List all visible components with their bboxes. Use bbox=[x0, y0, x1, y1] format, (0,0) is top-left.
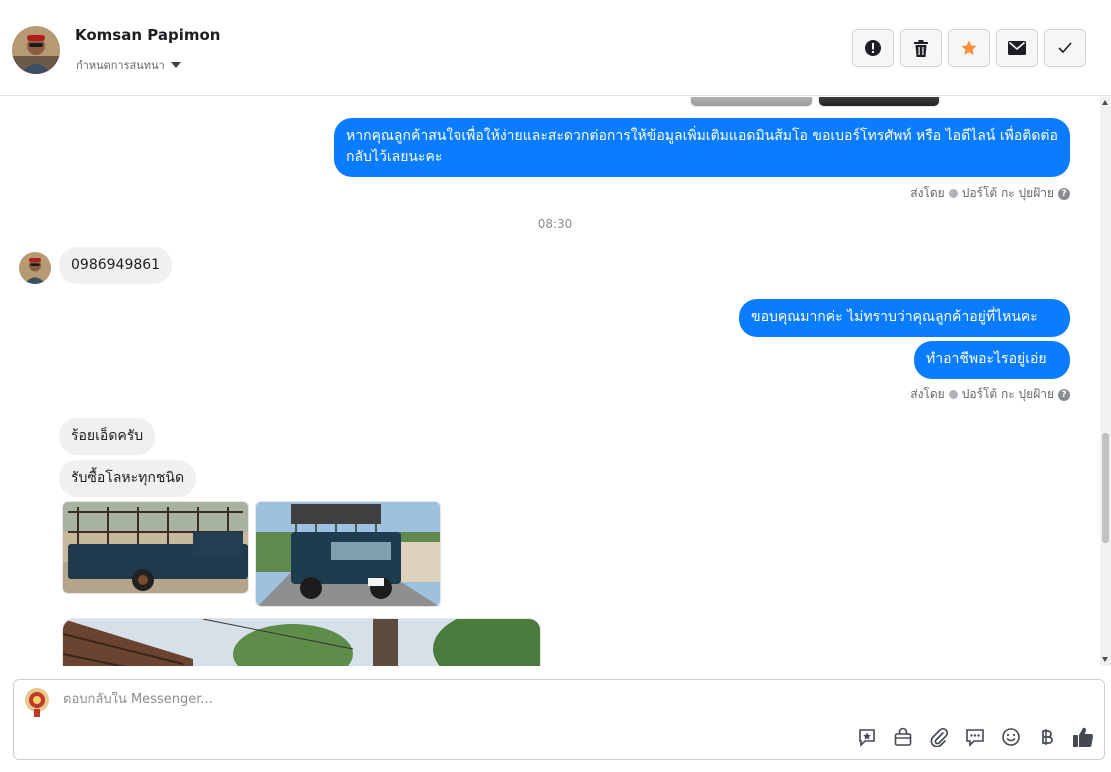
sent-by-name: ปอร์โต้ กะ ปุยฝ้าย bbox=[961, 387, 1054, 401]
incoming-message[interactable]: ร้อยเอ็ดครับ bbox=[59, 418, 156, 455]
star-button[interactable] bbox=[948, 29, 990, 67]
help-icon[interactable]: ? bbox=[1058, 388, 1070, 401]
saved-reply-button[interactable] bbox=[856, 726, 878, 748]
outgoing-message[interactable]: ขอบคุณมากค่ะ ไม่ทราบว่าคุณลูกค้าอยู่ที่ไ… bbox=[739, 299, 1070, 337]
message-text: ร้อยเอ็ดครับ bbox=[71, 428, 144, 444]
exclamation-circle-icon bbox=[865, 40, 881, 56]
incoming-message[interactable]: 0986949861 bbox=[59, 247, 173, 284]
page-avatar bbox=[23, 687, 51, 717]
sent-by-info: ส่งโดย ปอร์โต้ กะ ปุยฝ้าย ? bbox=[910, 184, 1070, 203]
thumbs-up-icon bbox=[1073, 727, 1094, 747]
saved-reply-icon bbox=[859, 729, 875, 747]
scroll-down-arrow-icon[interactable] bbox=[1102, 657, 1108, 662]
photo-attachment-large[interactable] bbox=[62, 618, 541, 666]
trash-icon bbox=[914, 39, 928, 57]
message-text: 0986949861 bbox=[71, 257, 161, 273]
conversation-assign-label: กำหนดการสนทนา bbox=[76, 59, 165, 72]
sent-check-icon bbox=[948, 189, 958, 198]
sent-check-icon bbox=[948, 390, 958, 399]
scrollbar-thumb[interactable] bbox=[1102, 433, 1109, 543]
sent-by-label: ส่งโดย bbox=[910, 186, 945, 200]
payment-button[interactable] bbox=[1036, 726, 1058, 748]
attach-button[interactable] bbox=[928, 726, 950, 748]
sent-by-name: ปอร์โต้ กะ ปุยฝ้าย bbox=[961, 186, 1054, 200]
incoming-message[interactable]: รับซื้อโลหะทุกชนิด bbox=[59, 460, 197, 497]
message-text: รับซื้อโลหะทุกชนิด bbox=[71, 470, 185, 486]
emoji-icon bbox=[1002, 728, 1020, 746]
mark-done-button[interactable] bbox=[1044, 29, 1086, 67]
reply-input[interactable] bbox=[63, 692, 763, 707]
contact-name[interactable]: Komsan Papimon bbox=[75, 26, 220, 44]
photo-attachment-partial-1[interactable] bbox=[690, 97, 813, 107]
baht-icon bbox=[1042, 729, 1053, 745]
caret-down-icon bbox=[170, 62, 181, 68]
conversation-assign-dropdown[interactable]: กำหนดการสนทนา bbox=[76, 56, 181, 74]
photo-attachment[interactable] bbox=[255, 501, 441, 607]
paperclip-icon bbox=[930, 727, 949, 747]
delete-button[interactable] bbox=[900, 29, 942, 67]
contact-avatar[interactable] bbox=[12, 26, 60, 74]
header-actions bbox=[852, 29, 1086, 67]
contact-avatar-small[interactable] bbox=[19, 252, 51, 284]
emoji-button[interactable] bbox=[1000, 726, 1022, 748]
thread-scrollbar[interactable] bbox=[1100, 97, 1111, 666]
message-text: ทำอาชีพอะไรอยู่เอ่ย bbox=[926, 351, 1047, 367]
help-icon[interactable]: ? bbox=[1058, 187, 1070, 200]
report-button[interactable] bbox=[852, 29, 894, 67]
chat-bubbles-icon bbox=[966, 729, 984, 747]
sent-by-label: ส่งโดย bbox=[910, 387, 945, 401]
mark-unread-button[interactable] bbox=[996, 29, 1038, 67]
outgoing-message[interactable]: ทำอาชีพอะไรอยู่เอ่ย bbox=[914, 341, 1070, 379]
message-timestamp: 08:30 bbox=[537, 217, 573, 231]
quick-replies-button[interactable] bbox=[964, 726, 986, 748]
envelope-icon bbox=[1008, 41, 1026, 55]
outgoing-message[interactable]: หากคุณลูกค้าสนใจเพื่อให้ง่ายและสะดวกต่อก… bbox=[334, 118, 1070, 177]
shop-button[interactable] bbox=[892, 726, 914, 748]
photo-attachment[interactable] bbox=[62, 501, 249, 594]
shopping-bag-icon bbox=[894, 727, 912, 746]
composer-toolbar bbox=[856, 726, 1094, 748]
conversation-header: Komsan Papimon กำหนดการสนทนา bbox=[0, 0, 1111, 96]
photo-attachment-partial-2[interactable] bbox=[818, 97, 940, 107]
reply-composer bbox=[13, 679, 1105, 760]
like-button[interactable] bbox=[1072, 726, 1094, 748]
message-text: หากคุณลูกค้าสนใจเพื่อให้ง่ายและสะดวกต่อก… bbox=[346, 128, 1058, 165]
check-icon bbox=[1058, 42, 1072, 54]
sent-by-info: ส่งโดย ปอร์โต้ กะ ปุยฝ้าย ? bbox=[910, 385, 1070, 404]
message-text: ขอบคุณมากค่ะ ไม่ทราบว่าคุณลูกค้าอยู่ที่ไ… bbox=[751, 309, 1038, 325]
scroll-up-arrow-icon[interactable] bbox=[1102, 100, 1108, 105]
star-icon bbox=[961, 40, 977, 55]
message-thread[interactable]: หากคุณลูกค้าสนใจเพื่อให้ง่ายและสะดวกต่อก… bbox=[0, 97, 1100, 666]
